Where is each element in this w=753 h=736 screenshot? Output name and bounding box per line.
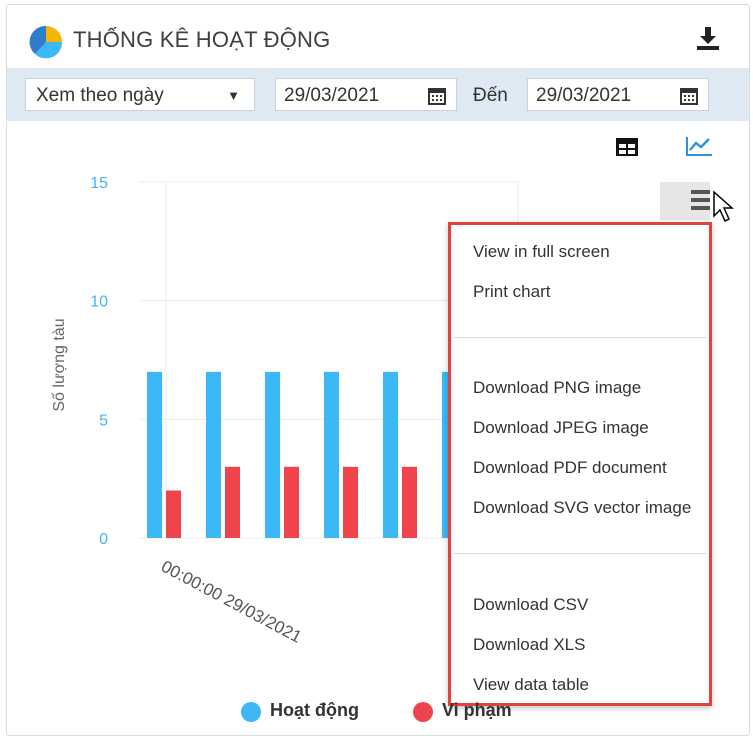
y-tick-label: 15 <box>90 175 108 192</box>
legend-marker-hoat-dong <box>241 702 261 722</box>
chart-context-menu: View in full screen Print chart Download… <box>448 222 712 706</box>
legend-marker-vi-pham <box>413 702 433 722</box>
menu-download-jpeg[interactable]: Download JPEG image <box>473 418 649 438</box>
y-axis-ticks: 0 5 10 15 <box>90 175 108 548</box>
chart-menu-button[interactable] <box>660 182 715 220</box>
legend-item-hoat-dong[interactable]: Hoạt động <box>270 700 359 721</box>
bar-hoat-dong-2 <box>265 371 280 538</box>
chart-bars <box>147 371 457 538</box>
bar-vi-pham-1 <box>225 466 240 538</box>
menu-view-full-screen[interactable]: View in full screen <box>473 242 610 262</box>
y-tick-label: 5 <box>99 412 108 429</box>
bar-vi-pham-2 <box>284 466 299 538</box>
bar-hoat-dong-0 <box>147 371 162 538</box>
menu-divider <box>454 337 706 338</box>
y-axis-label: Số lượng tàu <box>51 318 68 411</box>
legend-item-vi-pham[interactable]: Vi phạm <box>442 700 512 721</box>
menu-download-xls[interactable]: Download XLS <box>473 635 585 655</box>
bar-vi-pham-0 <box>166 490 181 538</box>
bar-vi-pham-3 <box>343 466 358 538</box>
mouse-cursor-icon <box>713 190 734 223</box>
bar-hoat-dong-3 <box>324 371 339 538</box>
bar-hoat-dong-1 <box>206 371 221 538</box>
y-tick-label: 10 <box>90 294 108 311</box>
x-tick-label: 00:00:00 29/03/2021 <box>158 557 305 647</box>
bar-hoat-dong-4 <box>383 371 398 538</box>
bar-vi-pham-4 <box>402 466 417 538</box>
menu-download-svg[interactable]: Download SVG vector image <box>473 498 691 518</box>
hamburger-icon <box>691 190 715 210</box>
menu-download-png[interactable]: Download PNG image <box>473 378 641 398</box>
menu-divider <box>454 553 706 554</box>
menu-download-csv[interactable]: Download CSV <box>473 595 588 615</box>
menu-view-data-table[interactable]: View data table <box>473 675 589 695</box>
menu-download-pdf[interactable]: Download PDF document <box>473 458 667 478</box>
y-tick-label: 0 <box>99 531 108 548</box>
menu-print-chart[interactable]: Print chart <box>473 282 550 302</box>
